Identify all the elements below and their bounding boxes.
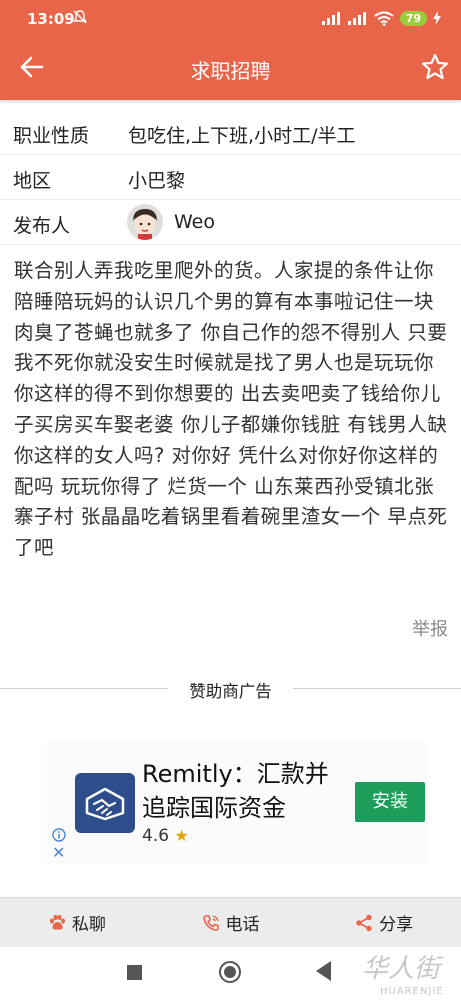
status-time: 13:09 bbox=[27, 10, 75, 28]
avatar-face-icon bbox=[127, 204, 163, 240]
phone-button[interactable]: 电话 bbox=[154, 898, 308, 947]
location-label: 地区 bbox=[13, 170, 52, 192]
sponsor-label: 赞助商广告 bbox=[189, 682, 272, 701]
job-type-label: 职业性质 bbox=[13, 125, 90, 147]
handshake-icon bbox=[82, 780, 128, 826]
phone-label: 电话 bbox=[225, 915, 260, 935]
signal-icon bbox=[347, 11, 368, 25]
ad-rating: 4.6 ★ bbox=[142, 826, 189, 846]
status-icons: 79 bbox=[321, 10, 441, 26]
screen: 13:09 79 求职招聘 职业性质 包吃住,上下班,小时工/半工 地区 小巴黎… bbox=[0, 0, 461, 1000]
remitly-app-icon[interactable] bbox=[75, 773, 135, 833]
paw-icon bbox=[49, 914, 65, 930]
favorite-star-icon[interactable] bbox=[421, 53, 449, 81]
chat-label: 私聊 bbox=[71, 915, 106, 935]
wifi-icon bbox=[374, 11, 394, 26]
star-icon: ★ bbox=[174, 826, 189, 845]
ad-close-icon[interactable]: ✕ bbox=[52, 845, 65, 861]
mute-icon bbox=[73, 10, 87, 24]
job-type-row: 职业性质 包吃住,上下班,小时工/半工 bbox=[0, 110, 461, 155]
ad-title[interactable]: Remitly：汇款并追踪国际资金 bbox=[142, 757, 352, 825]
watermark-logo: 华人街 HUARENJIE bbox=[362, 954, 444, 997]
signal-icon bbox=[321, 11, 342, 25]
phone-icon bbox=[202, 914, 219, 931]
share-label: 分享 bbox=[379, 915, 414, 935]
charging-icon bbox=[433, 11, 441, 25]
post-description: 联合别人弄我吃里爬外的货。人家提的条件让你陪睡陪玩妈的认识几个男的算有本事啦记住… bbox=[14, 259, 448, 560]
location-value: 小巴黎 bbox=[128, 170, 186, 192]
action-bar: 私聊 电话 分享 bbox=[0, 897, 461, 947]
chat-button[interactable]: 私聊 bbox=[0, 898, 154, 947]
svg-text:华人街: 华人街 bbox=[362, 954, 444, 984]
poster-row: 发布人 Weo bbox=[0, 200, 461, 245]
location-row: 地区 小巴黎 bbox=[0, 155, 461, 200]
system-back-button[interactable] bbox=[316, 961, 331, 981]
job-type-value: 包吃住,上下班,小时工/半工 bbox=[128, 125, 356, 147]
svg-text:HUARENJIE: HUARENJIE bbox=[380, 986, 444, 997]
avatar[interactable] bbox=[127, 204, 163, 240]
home-button[interactable] bbox=[219, 961, 241, 983]
page-title: 求职招聘 bbox=[190, 59, 271, 83]
install-button[interactable]: 安装 bbox=[355, 782, 425, 822]
share-button[interactable]: 分享 bbox=[307, 898, 461, 947]
app-bar: 求职招聘 bbox=[0, 34, 461, 100]
status-bar: 13:09 79 bbox=[0, 0, 461, 34]
share-icon bbox=[356, 914, 372, 931]
poster-name[interactable]: Weo bbox=[174, 211, 215, 233]
report-link[interactable]: 举报 bbox=[412, 615, 448, 641]
ad-info-icon[interactable] bbox=[52, 828, 66, 842]
battery-icon: 79 bbox=[399, 10, 427, 26]
recents-button[interactable] bbox=[127, 965, 142, 980]
poster-label: 发布人 bbox=[13, 215, 71, 237]
ad-rating-value: 4.6 bbox=[142, 826, 170, 846]
